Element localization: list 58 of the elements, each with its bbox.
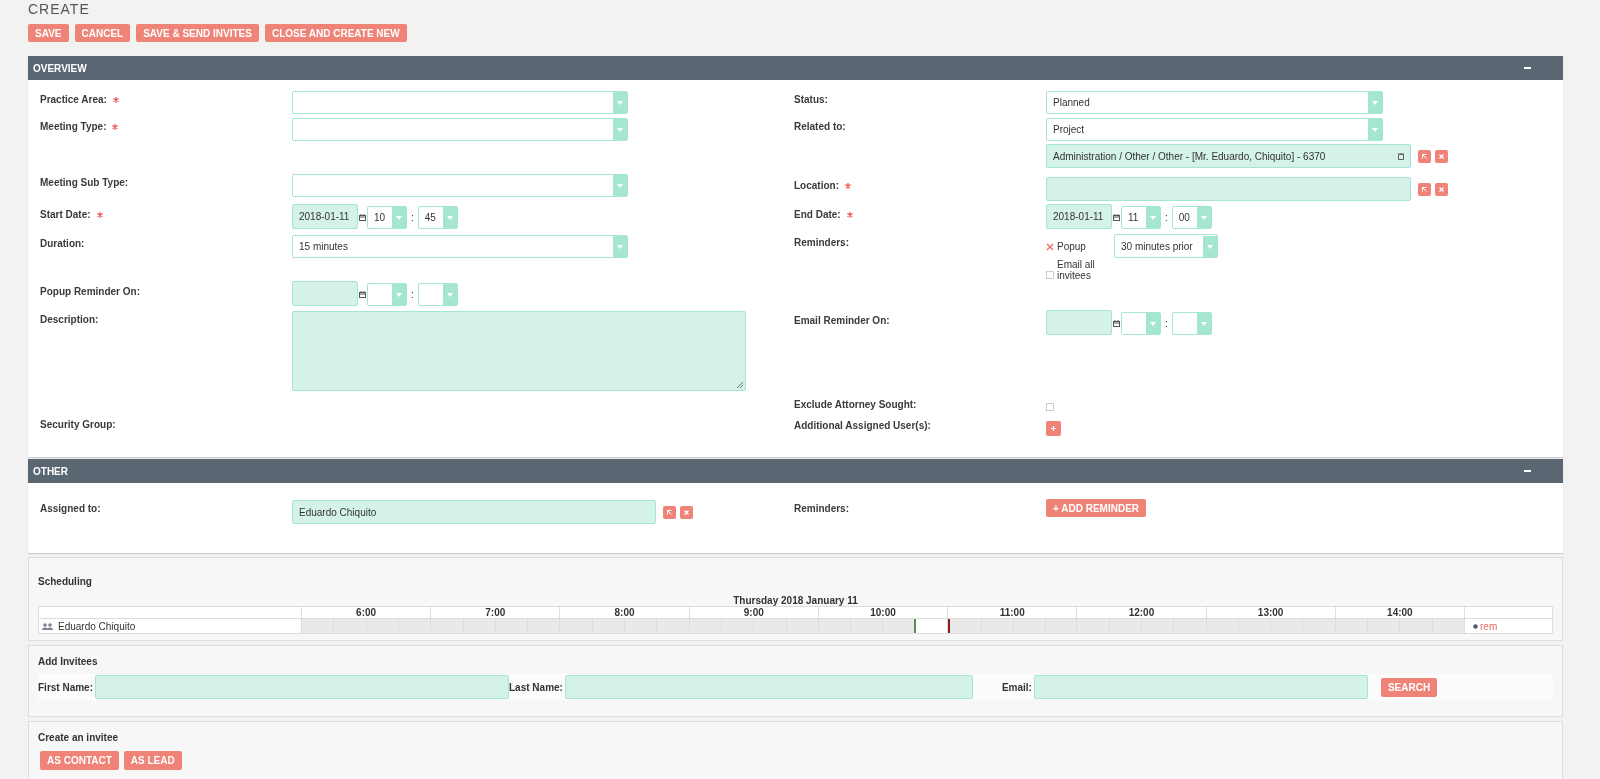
hour-label: 12:00 (1128, 607, 1155, 618)
field-label: Reminders: (794, 237, 849, 248)
time-separator: : (411, 212, 414, 223)
time-separator: : (1165, 212, 1168, 223)
field-label: Meeting Sub Type: (40, 177, 129, 188)
hour-label: 13:00 (1257, 607, 1284, 618)
field-label: Last Name: (509, 681, 563, 693)
section-title: Create an invitee (38, 732, 119, 743)
field-label: Practice Area: (40, 94, 107, 105)
hour-label: 8:00 (614, 607, 635, 618)
field-label: First Name: (38, 681, 93, 693)
panel-title: OTHER (33, 465, 68, 477)
field-label: Assigned to: (40, 503, 101, 514)
dropdown-field[interactable]: 00 (1171, 206, 1212, 229)
relate-field[interactable]: Eduardo Chiquito (292, 500, 656, 524)
hour-label: 9:00 (743, 607, 764, 618)
field-label: Additional Assigned User(s): (794, 420, 931, 431)
field-label: Security Group: (40, 419, 116, 430)
field-label: Related to: (794, 121, 846, 132)
section-title: Scheduling (38, 576, 92, 587)
field-label: Reminders: (794, 503, 849, 514)
field-label: Meeting Type: (40, 121, 107, 132)
panel-header[interactable]: OVERVIEW (28, 56, 1563, 80)
hour-label: 6:00 (356, 607, 377, 618)
time-separator: : (411, 289, 414, 300)
hour-label: 10:00 (870, 607, 896, 618)
popup-label: Popup (1057, 240, 1087, 252)
email-label: Email all invitees (1057, 259, 1095, 281)
field-label: Email: (1001, 681, 1032, 693)
dropdown-field[interactable]: 11 (1121, 206, 1161, 229)
dropdown-field[interactable]: 10 (367, 206, 407, 229)
panel-header[interactable]: OTHER (28, 459, 1563, 483)
dropdown-field[interactable]: 45 (417, 206, 458, 229)
field-label: Start Date: (40, 209, 91, 220)
field-label: Status: (794, 94, 828, 105)
dropdown-field[interactable]: 15 minutes (292, 235, 628, 258)
panel-title: OVERVIEW (33, 62, 87, 74)
field-label: Location: (794, 180, 839, 191)
invitee-name: Eduardo Chiquito (58, 620, 136, 632)
field-label: Exclude Attorney Sought: (794, 399, 917, 410)
hour-label: 14:00 (1387, 607, 1413, 618)
section-title: Add Invitees (38, 656, 98, 667)
date-field[interactable]: 2018-01-11 (292, 204, 358, 229)
field-label: Email Reminder On: (794, 315, 890, 326)
time-separator: : (1165, 318, 1168, 329)
date-heading: Thursday 2018 January 11 (733, 595, 858, 606)
field-label: Description: (40, 314, 99, 325)
hour-label: 7:00 (485, 607, 506, 618)
field-label: Popup Reminder On: (40, 286, 140, 297)
relate-field[interactable]: Administration / Other / Other - [Mr. Eduardo, Chiquito] - 6370 (1046, 144, 1411, 168)
page-title: CREATE (28, 0, 90, 19)
dropdown-field[interactable]: Project (1046, 118, 1383, 141)
field-label: End Date: (794, 209, 841, 220)
dropdown-field[interactable]: Planned (1046, 91, 1383, 114)
field-label: Duration: (40, 238, 85, 249)
date-field[interactable]: 2018-01-11 (1046, 204, 1112, 229)
hour-label: 11:00 (999, 607, 1025, 618)
dropdown-field[interactable]: 30 minutes prior (1114, 234, 1218, 258)
